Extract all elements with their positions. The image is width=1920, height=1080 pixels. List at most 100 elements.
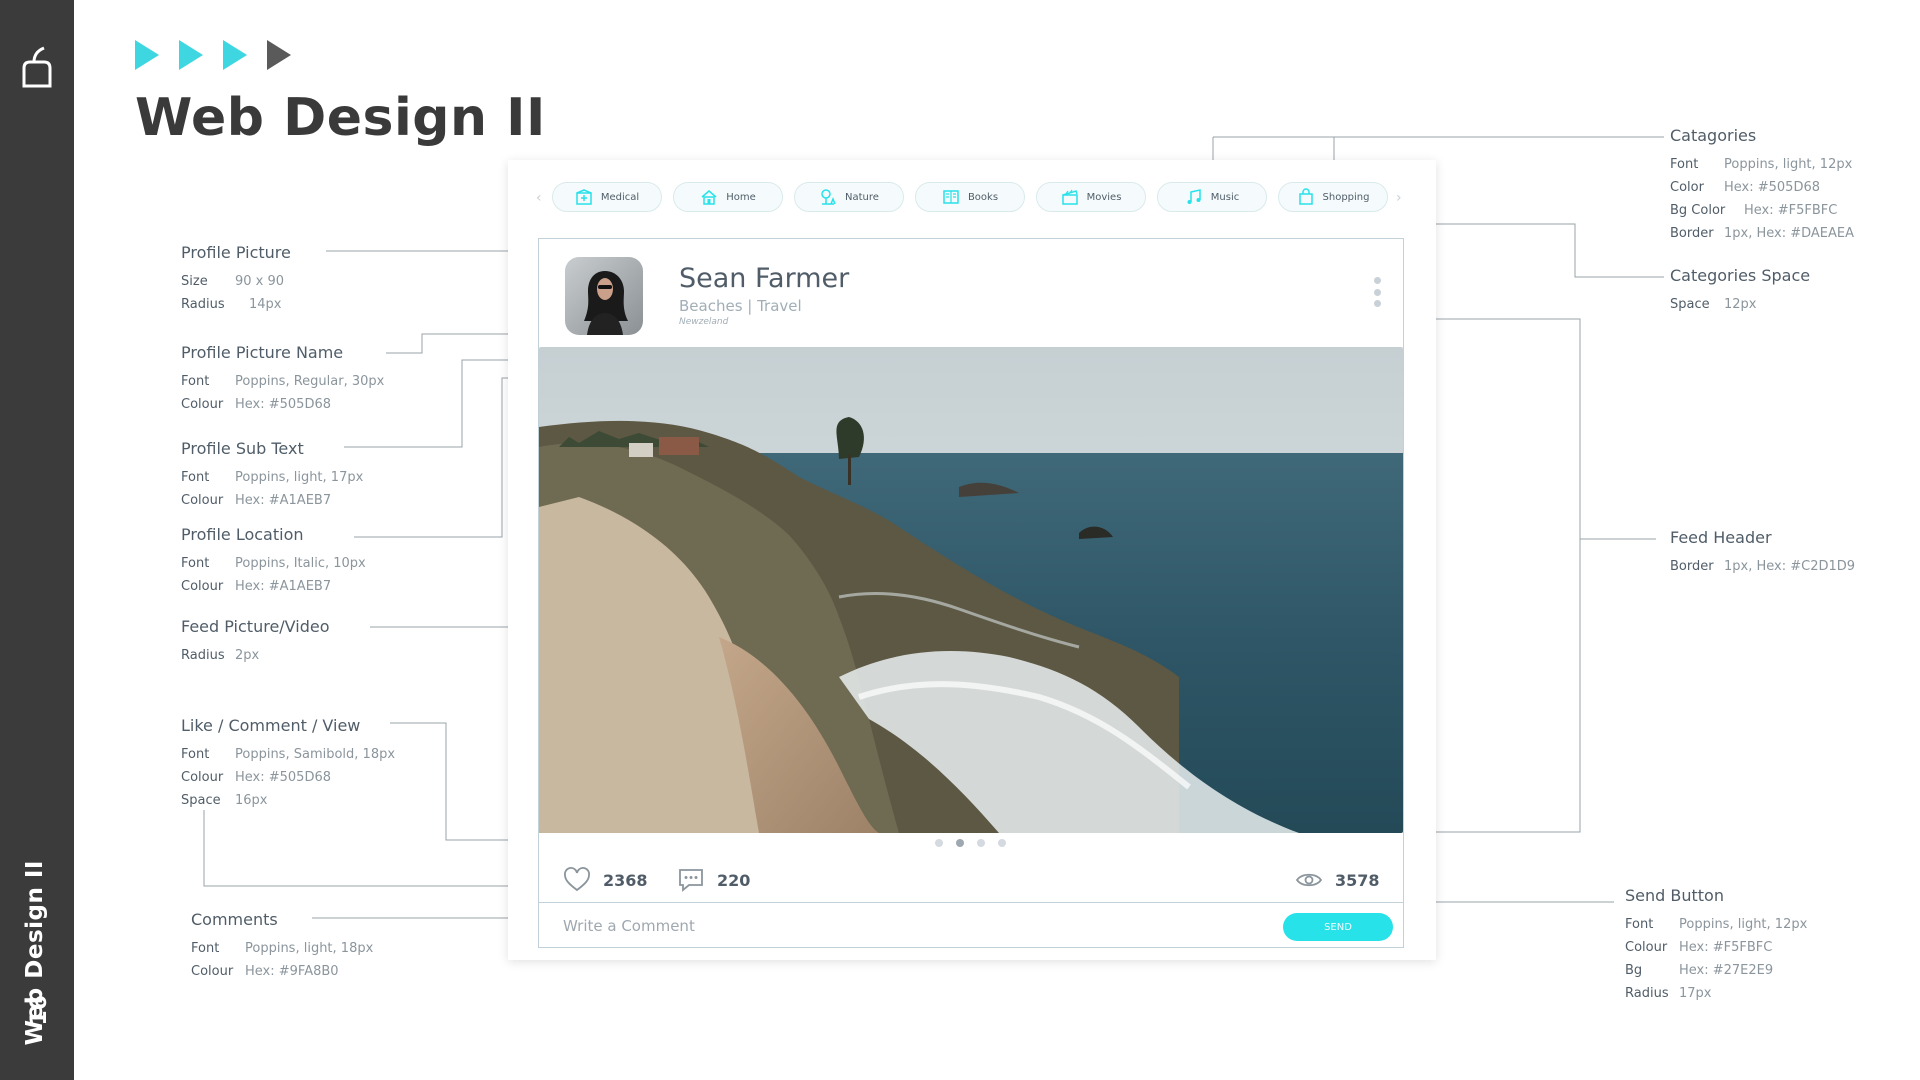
profile-picture <box>565 257 643 335</box>
category-pill-music[interactable]: Music <box>1157 182 1267 212</box>
annotation-value: Hex: #A1AEB7 <box>235 579 332 594</box>
annotation-key: Font <box>181 470 210 485</box>
annotation-key: Space <box>1670 297 1710 312</box>
annotation-row: Font Poppins, Regular, 30px <box>181 374 384 389</box>
annotation-row: Colour Hex: #505D68 <box>181 770 395 785</box>
more-options-icon[interactable] <box>1373 277 1381 307</box>
annotation-value: 14px <box>249 297 282 312</box>
side-rail: Web Design II 16 <box>0 0 74 1080</box>
annotation-value: Poppins, Italic, 10px <box>235 556 366 571</box>
annotation-value: Poppins, Regular, 30px <box>235 374 385 389</box>
avatar[interactable] <box>565 257 643 335</box>
annotation-row: Bg Hex: #27E2E9 <box>1625 963 1807 978</box>
annotation-row: Radius 17px <box>1625 986 1807 1001</box>
shopping-bag-icon <box>1298 188 1313 205</box>
arrow-shape <box>179 40 203 70</box>
feed-post: Sean Farmer Beaches | Travel Newzeland 2… <box>538 238 1404 948</box>
chevron-left-icon[interactable]: ‹ <box>536 190 542 206</box>
carousel-dot[interactable] <box>935 839 943 847</box>
comment-input[interactable] <box>563 915 1243 937</box>
annotation-value: Hex: #505D68 <box>235 770 332 785</box>
annotation-value: 12px <box>1724 297 1757 312</box>
annotation-row: Border 1px, Hex: #DAEAEA <box>1670 226 1854 241</box>
category-pill-shopping[interactable]: Shopping <box>1278 182 1388 212</box>
annotation-title: Feed Picture/Video <box>181 617 330 636</box>
annotation-key: Colour <box>191 964 234 979</box>
annotation-value: 17px <box>1679 986 1712 1001</box>
annotation-value: 1px, Hex: #DAEAEA <box>1724 226 1855 241</box>
annotation-key: Radius <box>1625 986 1669 1001</box>
profile-sub-text: Beaches | Travel <box>679 297 802 315</box>
carousel-dot[interactable] <box>998 839 1006 847</box>
category-pill-home[interactable]: Home <box>673 182 783 212</box>
profile-location: Newzeland <box>679 317 729 327</box>
arrow-shape <box>135 40 159 70</box>
book-icon <box>943 190 959 204</box>
send-button[interactable]: SEND <box>1283 913 1393 941</box>
annotation-key: Font <box>1670 157 1699 172</box>
annotation-row: Font Poppins, Samibold, 18px <box>181 747 395 762</box>
home-icon <box>701 190 717 205</box>
music-icon <box>1187 189 1201 204</box>
chevron-right-icon[interactable]: › <box>1396 190 1402 206</box>
category-pill-medical[interactable]: Medical <box>552 182 662 212</box>
annotation-key: Space <box>181 793 221 808</box>
annotation-value: Poppins, light, 18px <box>245 941 374 956</box>
annotation-value: Poppins, Samibold, 18px <box>235 747 396 762</box>
annotation-key: Color <box>1670 180 1704 195</box>
nature-icon <box>821 189 836 205</box>
feed-photo[interactable] <box>539 347 1403 833</box>
annotation-value: 90 x 90 <box>235 274 285 289</box>
category-pill-nature[interactable]: Nature <box>794 182 904 212</box>
annotation-key: Border <box>1670 226 1714 241</box>
comment-bar: SEND <box>539 902 1403 948</box>
profile-name[interactable]: Sean Farmer <box>679 263 849 294</box>
annotation-key: Size <box>181 274 208 289</box>
annotation-key: Font <box>191 941 220 956</box>
annotation-feed-picture: Feed Picture/Video Radius 2px <box>181 617 330 671</box>
annotation-row: Space 12px <box>1670 297 1810 312</box>
annotation-value: Poppins, light, 12px <box>1724 157 1853 172</box>
annotation-feed-header: Feed Header Border 1px, Hex: #C2D1D9 <box>1670 528 1855 582</box>
comment-button[interactable]: 220 <box>677 867 750 893</box>
annotation-key: Colour <box>1625 940 1668 955</box>
carousel-indicator <box>935 839 1006 847</box>
page-title: Web Design II <box>135 88 546 148</box>
annotation-key: Colour <box>181 770 224 785</box>
view-count: 3578 <box>1335 870 1380 890</box>
annotation-send-button: Send Button Font Poppins, light, 12px Col… <box>1625 886 1807 1009</box>
annotation-row: Size 90 x 90 <box>181 274 291 289</box>
annotation-profile-name: Profile Picture Name Font Poppins, Regula… <box>181 343 384 420</box>
annotation-value: 2px <box>235 648 260 663</box>
clapper-icon <box>1061 189 1078 205</box>
like-button[interactable]: 2368 <box>563 867 648 893</box>
carousel-dot-active[interactable] <box>956 839 964 847</box>
annotation-row: Color Hex: #505D68 <box>1670 180 1854 195</box>
category-label: Movies <box>1086 191 1122 203</box>
category-pill-books[interactable]: Books <box>915 182 1025 212</box>
annotation-row: Radius 14px <box>181 297 291 312</box>
arrow-decoration <box>135 40 291 70</box>
annotation-title: Categories Space <box>1670 266 1811 285</box>
category-pill-movies[interactable]: Movies <box>1036 182 1146 212</box>
post-actions: 2368 220 3578 <box>539 857 1403 901</box>
annotation-title: Feed Header <box>1670 528 1772 547</box>
annotation-key: Font <box>181 747 210 762</box>
annotation-key: Bg <box>1625 963 1643 978</box>
annotation-row: Font Poppins, light, 12px <box>1670 157 1854 172</box>
annotation-row: Space 16px <box>181 793 395 808</box>
annotation-row: Colour Hex: #A1AEB7 <box>181 579 366 594</box>
annotation-row: Colour Hex: #505D68 <box>181 397 384 412</box>
annotation-value: Hex: #A1AEB7 <box>235 493 332 508</box>
annotation-value: Poppins, light, 17px <box>235 470 364 485</box>
annotation-row: Colour Hex: #F5FBFC <box>1625 940 1807 955</box>
view-counter: 3578 <box>1295 867 1380 893</box>
category-label: Medical <box>600 191 640 203</box>
annotation-key: Radius <box>181 297 225 312</box>
carousel-dot[interactable] <box>977 839 985 847</box>
annotation-profile-sub: Profile Sub Text Font Poppins, light, 17p… <box>181 439 363 516</box>
annotation-title: Profile Picture <box>181 243 291 262</box>
annotation-row: Border 1px, Hex: #C2D1D9 <box>1670 559 1855 574</box>
annotation-value: Poppins, light, 12px <box>1679 917 1808 932</box>
annotation-key: Colour <box>181 493 224 508</box>
